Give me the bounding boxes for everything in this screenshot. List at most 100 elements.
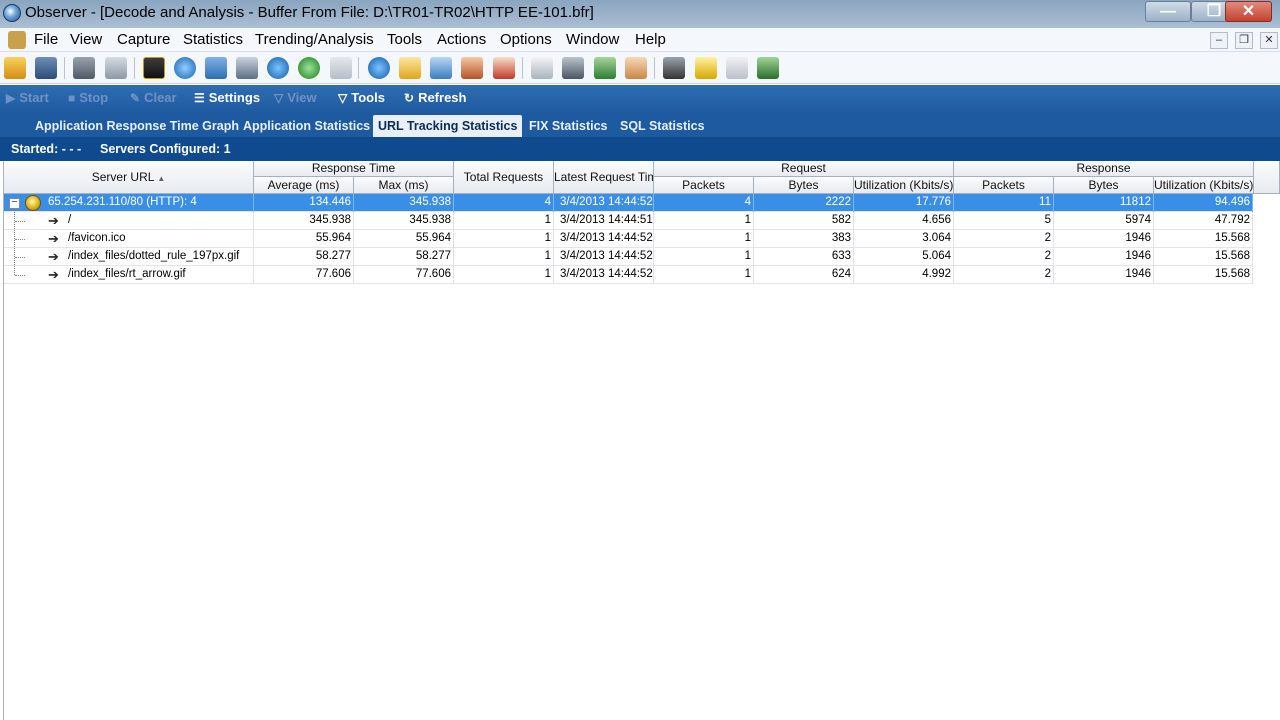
book-icon[interactable] — [531, 57, 553, 79]
menu-actions[interactable]: Actions — [437, 31, 486, 48]
table-row[interactable]: ➔ / 345.938 345.938 1 3/4/2013 14:44:51 … — [4, 212, 1253, 230]
cell-max: 345.938 — [354, 212, 454, 230]
collapse-toggle-icon[interactable]: − — [9, 198, 20, 209]
cell-request-bytes: 582 — [754, 212, 854, 230]
column-header-total-requests[interactable]: Total Requests — [454, 161, 554, 194]
cell-request-packets: 1 — [654, 230, 754, 248]
minimize-button[interactable]: — — [1145, 1, 1191, 22]
refresh-button[interactable]: ↻ Refresh — [404, 90, 466, 105]
server-icon — [25, 195, 41, 211]
table-row[interactable]: ➔ /index_files/dotted_rule_197px.gif 58.… — [4, 248, 1253, 266]
arrow-right-icon: ➔ — [48, 213, 59, 228]
cell-max: 77.606 — [354, 266, 454, 284]
table-row[interactable]: ➔ /index_files/rt_arrow.gif 77.606 77.60… — [4, 266, 1253, 284]
mdi-restore-button[interactable]: ❐ — [1235, 32, 1253, 49]
stop-icon: ■ — [68, 91, 76, 105]
sigma-icon[interactable] — [267, 57, 289, 79]
column-header-request-utilization[interactable]: Utilization (Kbits/s) — [854, 177, 954, 194]
column-header-request-packets[interactable]: Packets — [654, 177, 754, 194]
tools-icon[interactable] — [461, 57, 483, 79]
cell-total-requests: 1 — [454, 212, 554, 230]
view-button[interactable]: ▽ View — [274, 90, 317, 105]
column-header-average[interactable]: Average (ms) — [254, 177, 354, 194]
menu-trending-analysis[interactable]: Trending/Analysis — [255, 31, 374, 48]
column-header-response-packets[interactable]: Packets — [954, 177, 1054, 194]
menu-options[interactable]: Options — [500, 31, 552, 48]
column-header-latest-request-time[interactable]: Latest Request Time — [554, 161, 654, 194]
cell-response-packets: 2 — [954, 266, 1054, 284]
mdi-minimize-button[interactable]: – — [1210, 32, 1228, 49]
column-header-response-bytes[interactable]: Bytes — [1054, 177, 1154, 194]
monitor-icon[interactable] — [757, 57, 779, 79]
column-header-server-url[interactable]: Server URL ▲ — [4, 161, 254, 194]
tab-sql-statistics[interactable]: SQL Statistics — [615, 115, 710, 137]
printer-icon[interactable] — [562, 57, 584, 79]
menu-tools[interactable]: Tools — [387, 31, 422, 48]
tab-fix-statistics[interactable]: FIX Statistics — [524, 115, 613, 137]
runner-icon[interactable] — [663, 57, 685, 79]
menu-file[interactable]: File — [34, 31, 58, 48]
cell-request-utilization: 5.064 — [854, 248, 954, 266]
filter-icon[interactable] — [695, 57, 717, 79]
menu-capture[interactable]: Capture — [117, 31, 170, 48]
main-toolbar — [0, 52, 1280, 84]
menu-view[interactable]: View — [70, 31, 102, 48]
cell-response-packets: 2 — [954, 230, 1054, 248]
column-header-response-utilization[interactable]: Utilization (Kbits/s) — [1154, 177, 1254, 194]
cell-request-packets: 1 — [654, 212, 754, 230]
column-header-max[interactable]: Max (ms) — [354, 177, 454, 194]
tools-button[interactable]: ▽ Tools — [338, 90, 385, 105]
column-header-request-bytes[interactable]: Bytes — [754, 177, 854, 194]
chart-icon[interactable] — [143, 57, 165, 79]
settings-button[interactable]: ☰ Settings — [194, 90, 260, 105]
clear-button[interactable]: ✎ Clear — [130, 90, 177, 105]
edit-chart-icon[interactable] — [430, 57, 452, 79]
tab-application-response-time-graph[interactable]: Application Response Time Graph — [30, 115, 244, 137]
menu-statistics[interactable]: Statistics — [183, 31, 243, 48]
foot-icon[interactable] — [625, 57, 647, 79]
chevron-down-icon: ▽ — [274, 91, 284, 105]
calendar-icon[interactable] — [236, 57, 258, 79]
pause-circle-icon[interactable] — [298, 57, 320, 79]
title-bar: Observer - [Decode and Analysis - Buffer… — [0, 0, 1280, 28]
tab-application-statistics[interactable]: Application Statistics — [238, 115, 375, 137]
table-row[interactable]: ➔ /favicon.ico 55.964 55.964 1 3/4/2013 … — [4, 230, 1253, 248]
clear-label: Clear — [144, 90, 177, 105]
trash-icon[interactable] — [726, 57, 748, 79]
menu-help[interactable]: Help — [635, 31, 666, 48]
window-title: Observer - [Decode and Analysis - Buffer… — [25, 4, 594, 21]
cell-request-bytes: 633 — [754, 248, 854, 266]
download-icon[interactable] — [105, 57, 127, 79]
globe-icon[interactable] — [174, 57, 196, 79]
camera-icon[interactable] — [73, 57, 95, 79]
start-button[interactable]: ▶ Start — [6, 90, 49, 105]
save-icon[interactable] — [35, 57, 57, 79]
trend-icon[interactable] — [399, 57, 421, 79]
cell-request-bytes: 383 — [754, 230, 854, 248]
mdi-close-button[interactable]: ✕ — [1260, 32, 1278, 49]
observer-app-icon[interactable] — [3, 4, 21, 22]
tree-icon[interactable] — [594, 57, 616, 79]
network-icon[interactable] — [205, 57, 227, 79]
cell-response-packets: 2 — [954, 248, 1054, 266]
table-row-server[interactable]: − 65.254.231.110/80 (HTTP): 4 134.446 34… — [4, 194, 1253, 212]
document-icon[interactable] — [493, 57, 515, 79]
arrow-right-icon: ➔ — [48, 267, 59, 282]
cell-request-packets: 4 — [654, 194, 754, 212]
open-folder-icon[interactable] — [4, 57, 26, 79]
eraser-icon: ✎ — [130, 91, 141, 105]
close-button[interactable]: ✕ — [1225, 1, 1272, 22]
cell-response-utilization: 94.496 — [1154, 194, 1253, 212]
sort-ascending-icon: ▲ — [157, 174, 166, 183]
play-icon: ▶ — [6, 91, 16, 105]
menu-window[interactable]: Window — [566, 31, 619, 48]
server-url-header-label: Server URL — [91, 170, 154, 184]
stop-button[interactable]: ■ Stop — [68, 90, 108, 105]
arrow-right-icon: ➔ — [48, 249, 59, 264]
toolbar-separator — [654, 57, 655, 79]
cell-response-packets: 5 — [954, 212, 1054, 230]
plugin-icon[interactable] — [330, 57, 352, 79]
tab-url-tracking-statistics[interactable]: URL Tracking Statistics — [373, 115, 523, 137]
dollar-circle-icon[interactable] — [368, 57, 390, 79]
document-menu-icon[interactable] — [8, 31, 26, 49]
